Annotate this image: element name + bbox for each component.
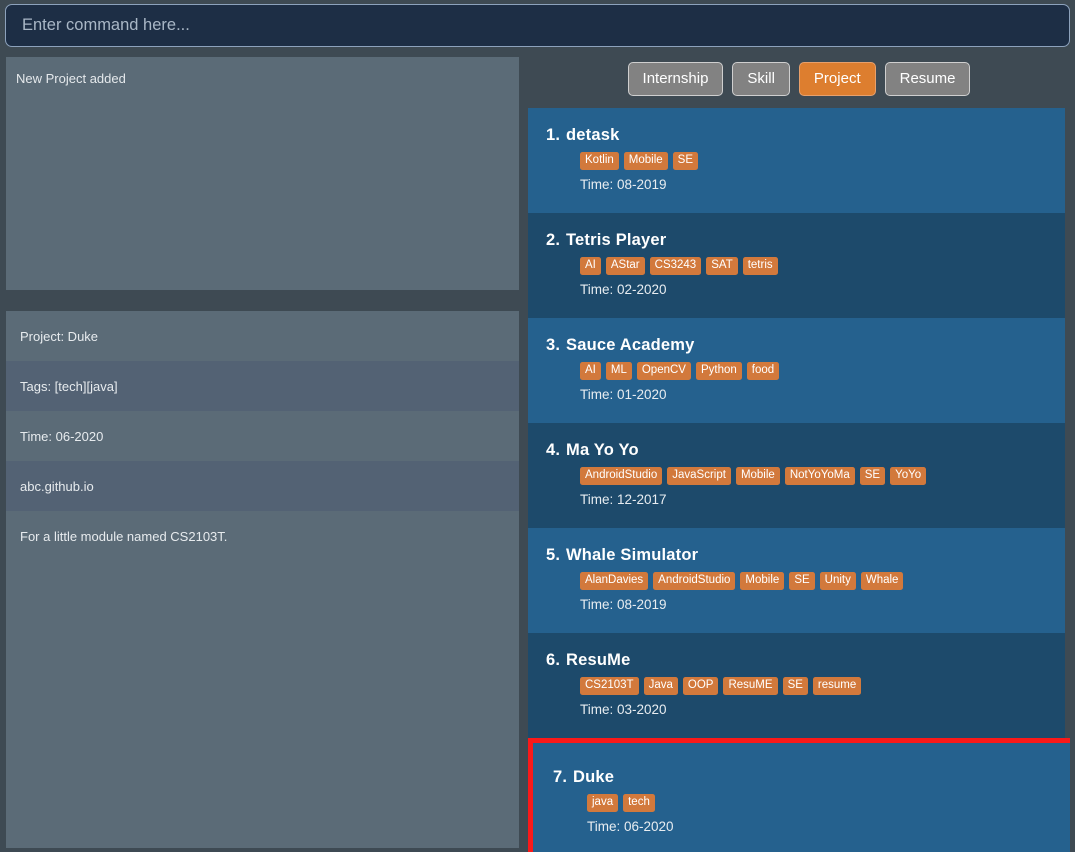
project-tag-row: AndroidStudio JavaScript Mobile NotYoYoMa SE… bbox=[580, 467, 1065, 486]
project-tag-row: AI ML OpenCV Python food bbox=[580, 362, 1065, 381]
project-index: 3. bbox=[546, 336, 561, 354]
detail-row-text: abc.github.io bbox=[20, 478, 94, 494]
project-list-item[interactable]: 6. ResuMe CS2103T Java OOP ResuME SE resume Time… bbox=[528, 633, 1065, 738]
project-list-item[interactable]: 3. Sauce Academy AI ML OpenCV Python food Time:… bbox=[528, 318, 1065, 423]
project-list[interactable]: 1. detask Kotlin Mobile SE Time: 08-2019 2. Tet… bbox=[528, 108, 1070, 852]
result-message: New Project added bbox=[16, 71, 126, 86]
project-header: 4. Ma Yo Yo bbox=[546, 441, 1065, 460]
project-header: 2. Tetris Player bbox=[546, 231, 1065, 250]
project-tag: Mobile bbox=[740, 572, 785, 591]
project-tag: SE bbox=[782, 677, 808, 696]
project-list-item[interactable]: 2. Tetris Player AI AStar CS3243 SAT tetris Tim… bbox=[528, 213, 1065, 318]
project-title: Duke bbox=[573, 768, 615, 786]
project-tag: AI bbox=[580, 362, 601, 381]
detail-panel: Project: Duke Tags: [tech][java] Time: 06-… bbox=[6, 311, 519, 848]
project-tag: NotYoYoMa bbox=[784, 467, 855, 486]
project-list-item[interactable]: 4. Ma Yo Yo AndroidStudio JavaScript Mobile N… bbox=[528, 423, 1065, 528]
project-header: 6. ResuMe bbox=[546, 651, 1065, 670]
project-title: Ma Yo Yo bbox=[566, 441, 639, 459]
project-title: detask bbox=[566, 126, 620, 144]
tab-internship[interactable]: Internship bbox=[627, 62, 724, 96]
project-tag: OOP bbox=[682, 677, 719, 696]
project-index: 7. bbox=[553, 768, 568, 786]
project-time: Time: 08-2019 bbox=[580, 177, 667, 193]
project-tag: food bbox=[746, 362, 780, 381]
project-tag: AlanDavies bbox=[580, 572, 649, 591]
project-index: 5. bbox=[546, 546, 561, 564]
project-list-item[interactable]: 7. Duke java tech Time: 06-2020 bbox=[528, 738, 1070, 852]
project-tag-row: CS2103T Java OOP ResuME SE resume bbox=[580, 677, 1065, 696]
app-window: New Project added Project: Duke Tags: [te… bbox=[0, 0, 1075, 852]
project-tag: ResuME bbox=[723, 677, 778, 696]
project-tag: Whale bbox=[860, 572, 904, 591]
tab-resume[interactable]: Resume bbox=[884, 62, 971, 96]
project-tag: SAT bbox=[706, 257, 738, 276]
project-tag: CS2103T bbox=[580, 677, 639, 696]
project-tag: SE bbox=[859, 467, 886, 486]
project-index: 2. bbox=[546, 231, 561, 249]
project-title: ResuMe bbox=[566, 651, 631, 669]
project-tag: JavaScript bbox=[667, 467, 731, 486]
project-tag: Kotlin bbox=[580, 152, 619, 171]
project-title: Tetris Player bbox=[566, 231, 667, 249]
project-list-item[interactable]: 1. detask Kotlin Mobile SE Time: 08-2019 bbox=[528, 108, 1065, 213]
project-tag-row: Kotlin Mobile SE bbox=[580, 152, 1065, 171]
project-header: 7. Duke bbox=[553, 768, 1070, 787]
project-tag: YoYo bbox=[890, 467, 927, 486]
project-time: Time: 12-2017 bbox=[580, 492, 667, 508]
command-input[interactable] bbox=[6, 5, 1069, 46]
project-tag: OpenCV bbox=[636, 362, 691, 381]
detail-row-text: For a little module named CS2103T. bbox=[20, 528, 228, 544]
project-tag-row: java tech bbox=[587, 794, 1070, 813]
project-tag: AndroidStudio bbox=[653, 572, 736, 591]
detail-row: Tags: [tech][java] bbox=[6, 361, 519, 411]
project-tag-row: AI AStar CS3243 SAT tetris bbox=[580, 257, 1065, 276]
project-header: 3. Sauce Academy bbox=[546, 336, 1065, 355]
category-tab-bar: Internship Skill Project Resume bbox=[528, 52, 1070, 106]
project-tag: AI bbox=[580, 257, 601, 276]
project-time: Time: 06-2020 bbox=[587, 819, 674, 835]
detail-row: Time: 06-2020 bbox=[6, 411, 519, 461]
project-tag: java bbox=[587, 794, 619, 813]
project-tag: AStar bbox=[605, 257, 645, 276]
project-tag: CS3243 bbox=[649, 257, 702, 276]
project-header: 5. Whale Simulator bbox=[546, 546, 1065, 565]
project-index: 4. bbox=[546, 441, 561, 459]
project-tag: tech bbox=[623, 794, 655, 813]
project-tag: ML bbox=[605, 362, 632, 381]
project-tag: Java bbox=[643, 677, 678, 696]
detail-row-text: Time: 06-2020 bbox=[20, 428, 104, 444]
project-title: Sauce Academy bbox=[566, 336, 695, 354]
project-tag: SE bbox=[789, 572, 815, 591]
project-tag: Mobile bbox=[623, 152, 668, 171]
project-header: 1. detask bbox=[546, 126, 1065, 145]
detail-row-text: Tags: [tech][java] bbox=[20, 378, 118, 394]
result-display-box: New Project added bbox=[6, 57, 519, 290]
project-tag: Mobile bbox=[735, 467, 780, 486]
project-tag: Unity bbox=[819, 572, 856, 591]
project-tag: SE bbox=[672, 152, 699, 171]
project-title: Whale Simulator bbox=[566, 546, 699, 564]
detail-row-text: Project: Duke bbox=[20, 328, 99, 344]
project-tag: AndroidStudio bbox=[580, 467, 663, 486]
detail-row: abc.github.io bbox=[6, 461, 519, 511]
project-time: Time: 02-2020 bbox=[580, 282, 667, 298]
project-index: 1. bbox=[546, 126, 561, 144]
tab-skill[interactable]: Skill bbox=[732, 62, 790, 96]
project-tag: tetris bbox=[742, 257, 778, 276]
project-time: Time: 03-2020 bbox=[580, 702, 667, 718]
project-tag-row: AlanDavies AndroidStudio Mobile SE Unity Whal… bbox=[580, 572, 1065, 591]
project-time: Time: 01-2020 bbox=[580, 387, 667, 403]
detail-row: For a little module named CS2103T. bbox=[6, 511, 519, 561]
project-time: Time: 08-2019 bbox=[580, 597, 667, 613]
tab-project[interactable]: Project bbox=[798, 62, 876, 96]
detail-row: Project: Duke bbox=[6, 311, 519, 361]
command-box[interactable] bbox=[5, 4, 1070, 47]
project-index: 6. bbox=[546, 651, 561, 669]
project-list-item[interactable]: 5. Whale Simulator AlanDavies AndroidStudio… bbox=[528, 528, 1065, 633]
project-tag: Python bbox=[695, 362, 742, 381]
project-tag: resume bbox=[812, 677, 862, 696]
